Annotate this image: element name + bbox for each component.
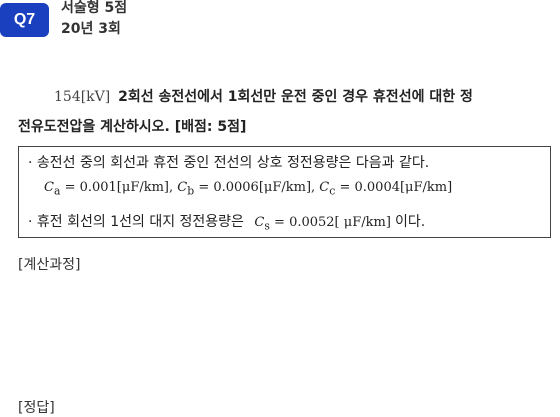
- question-text-line-1: 154[kV] 2회선 송전선에서 1회선만 운전 중인 경우 휴전선에 대한 …: [54, 86, 473, 106]
- given-line-3: · 휴전 회선의 1선의 대지 정전용량은 Cs = 0.0052[ μF/km…: [28, 214, 426, 233]
- capacitance-values: Ca = 0.001[μF/km], Cb = 0.0006[μF/km], C…: [44, 180, 453, 198]
- cc-value: = 0.0004[μF/km]: [339, 180, 453, 195]
- given-conditions-box: · 송전선 중의 회선과 휴전 중인 전선의 상호 정전용량은 다음과 같다. …: [18, 146, 551, 238]
- question-number-badge: Q7: [0, 3, 49, 37]
- question-line-2: 전유도전압을 계산하시오. [배점: 5점]: [18, 119, 247, 135]
- ca-value: = 0.001[μF/km],: [64, 180, 174, 195]
- cs-value: = 0.0052[ μF/km]: [274, 215, 391, 230]
- given-line-3-text: · 휴전 회선의 1선의 대지 정전용량은: [28, 214, 244, 230]
- question-meta: 서술형 5점 20년 3회: [61, 0, 127, 40]
- cc-subscript: c: [329, 184, 336, 198]
- question-source: 20년 3회: [61, 21, 121, 37]
- cb-subscript: b: [187, 184, 195, 198]
- cs-subscript: s: [264, 219, 270, 233]
- given-line-3-end: 이다.: [395, 214, 426, 230]
- question-type-label: 서술형 5점: [61, 0, 128, 16]
- ca-subscript: a: [53, 184, 61, 198]
- question-line-1: 2회선 송전선에서 1회선만 운전 중인 경우 휴전선에 대한 정: [118, 89, 473, 105]
- given-line-1: · 송전선 중의 회선과 휴전 중인 전선의 상호 정전용량은 다음과 같다.: [28, 155, 430, 171]
- calculation-label: [계산과정]: [18, 257, 81, 273]
- cb-value: = 0.0006[μF/km],: [198, 180, 316, 195]
- answer-label: [정답]: [18, 400, 55, 416]
- voltage-prefix: 154[kV]: [54, 89, 111, 105]
